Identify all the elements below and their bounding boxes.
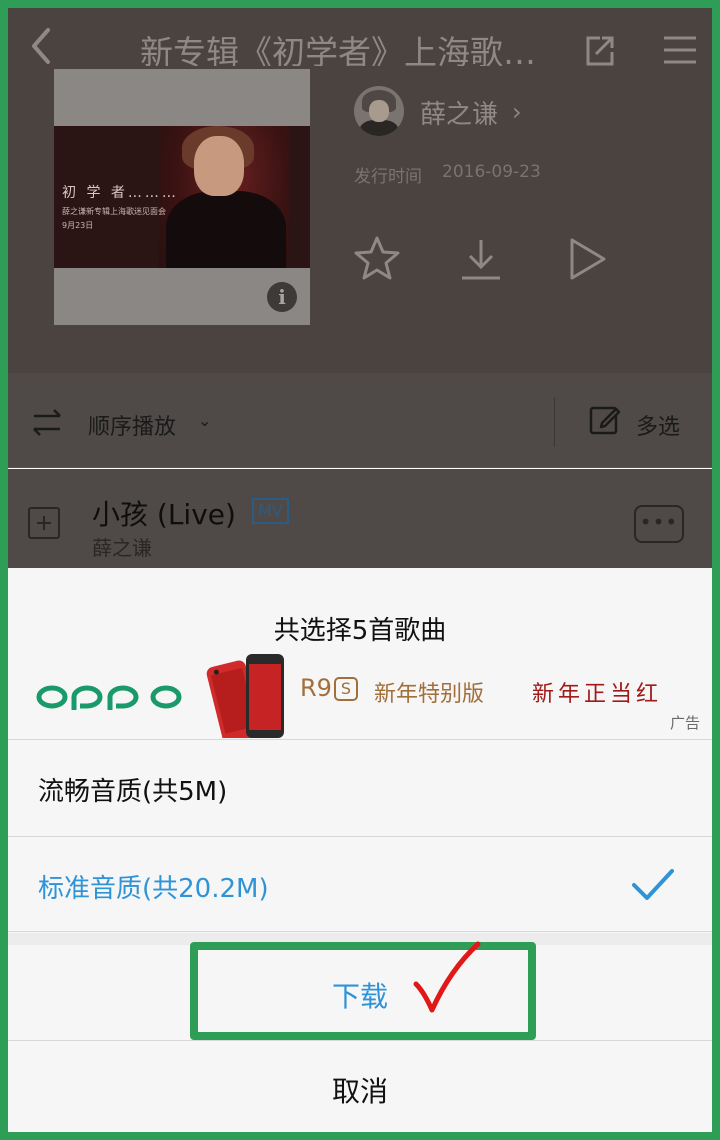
menu-button[interactable] bbox=[660, 32, 700, 68]
multi-select-label[interactable]: 多选 bbox=[636, 409, 680, 441]
cover-date-text: 9月23日 bbox=[62, 221, 94, 230]
divider bbox=[554, 397, 555, 447]
album-header: 新专辑《初学者》上海歌… 初 学 者……… 薛之谦新专辑上海歌迷见面会 9月23… bbox=[8, 8, 712, 373]
chevron-right-icon: › bbox=[512, 98, 522, 126]
plus-square-icon[interactable] bbox=[28, 507, 60, 539]
favorite-button[interactable] bbox=[352, 234, 402, 284]
cancel-label: 取消 bbox=[331, 1075, 388, 1108]
play-button[interactable] bbox=[562, 234, 612, 284]
chevron-left-icon bbox=[32, 28, 50, 64]
cover-subtext: 薛之谦新专辑上海歌迷见面会 bbox=[62, 207, 166, 216]
ad-banner[interactable]: R9 S 新年特别版 新年正当红 广告 bbox=[8, 646, 712, 738]
back-button[interactable] bbox=[22, 24, 62, 68]
hamburger-menu-icon bbox=[664, 36, 696, 64]
ad-edition: 新年特别版 bbox=[374, 682, 485, 707]
release-date: 2016-09-23 bbox=[442, 162, 541, 182]
cover-text: 初 学 者……… bbox=[62, 185, 179, 201]
ad-label: 广告 bbox=[670, 714, 701, 732]
sheet-title: 共选择5首歌曲 bbox=[273, 616, 447, 646]
share-button[interactable] bbox=[580, 30, 620, 70]
star-icon bbox=[354, 236, 400, 280]
song-title: 小孩 (Live) bbox=[92, 498, 236, 531]
album-title: 新专辑《初学者》上海歌… bbox=[140, 33, 536, 66]
info-icon[interactable]: i bbox=[267, 282, 297, 312]
play-icon bbox=[570, 238, 606, 280]
quality-option-standard[interactable]: 标准音质(共20.2M) bbox=[8, 836, 712, 932]
list-item[interactable]: 小孩 (Live) MV 薛之谦 ••• bbox=[8, 469, 712, 568]
phone-image bbox=[206, 654, 284, 738]
cancel-button[interactable]: 取消 bbox=[8, 1042, 712, 1132]
release-label: 发行时间 bbox=[354, 167, 422, 187]
more-dots-icon[interactable]: ••• bbox=[634, 505, 684, 543]
sequence-label[interactable]: 顺序播放 bbox=[88, 409, 176, 441]
check-icon bbox=[632, 869, 674, 900]
red-checkmark-annotation bbox=[413, 941, 481, 1013]
album-cover[interactable]: 初 学 者……… 薛之谦新专辑上海歌迷见面会 9月23日 i bbox=[54, 69, 310, 325]
playlist-toolbar: 顺序播放 ⌄ 多选 bbox=[8, 373, 712, 468]
edit-icon bbox=[589, 406, 621, 435]
avatar[interactable] bbox=[354, 86, 404, 136]
cover-photo: 初 学 者……… 薛之谦新专辑上海歌迷见面会 9月23日 bbox=[54, 126, 310, 268]
song-artist: 薛之谦 bbox=[92, 536, 152, 560]
download-all-button[interactable] bbox=[456, 234, 506, 284]
sequence-button[interactable] bbox=[30, 405, 64, 439]
download-icon bbox=[462, 240, 500, 280]
ad-model: R9 S bbox=[300, 674, 358, 702]
mv-badge[interactable]: MV bbox=[252, 498, 289, 524]
option-label: 流畅音质(共5M) bbox=[38, 777, 228, 807]
share-icon bbox=[586, 36, 614, 66]
quality-option-smooth[interactable]: 流畅音质(共5M) bbox=[8, 739, 712, 835]
ad-slogan: 新年正当红 bbox=[532, 682, 663, 707]
option-label: 标准音质(共20.2M) bbox=[38, 874, 269, 904]
artist-name[interactable]: 薛之谦 bbox=[420, 94, 498, 131]
oppo-logo bbox=[36, 685, 182, 710]
swap-arrows-icon bbox=[33, 409, 61, 436]
download-sheet: 共选择5首歌曲 R9 S 新年特别版 新年正当红 广告 流畅音质(共5M) 标准音… bbox=[8, 568, 712, 1132]
ad-model-badge: S bbox=[333, 677, 358, 701]
chevron-down-icon[interactable]: ⌄ bbox=[198, 411, 211, 430]
highlight-annotation bbox=[190, 942, 536, 1040]
multi-select-button[interactable] bbox=[588, 403, 622, 437]
